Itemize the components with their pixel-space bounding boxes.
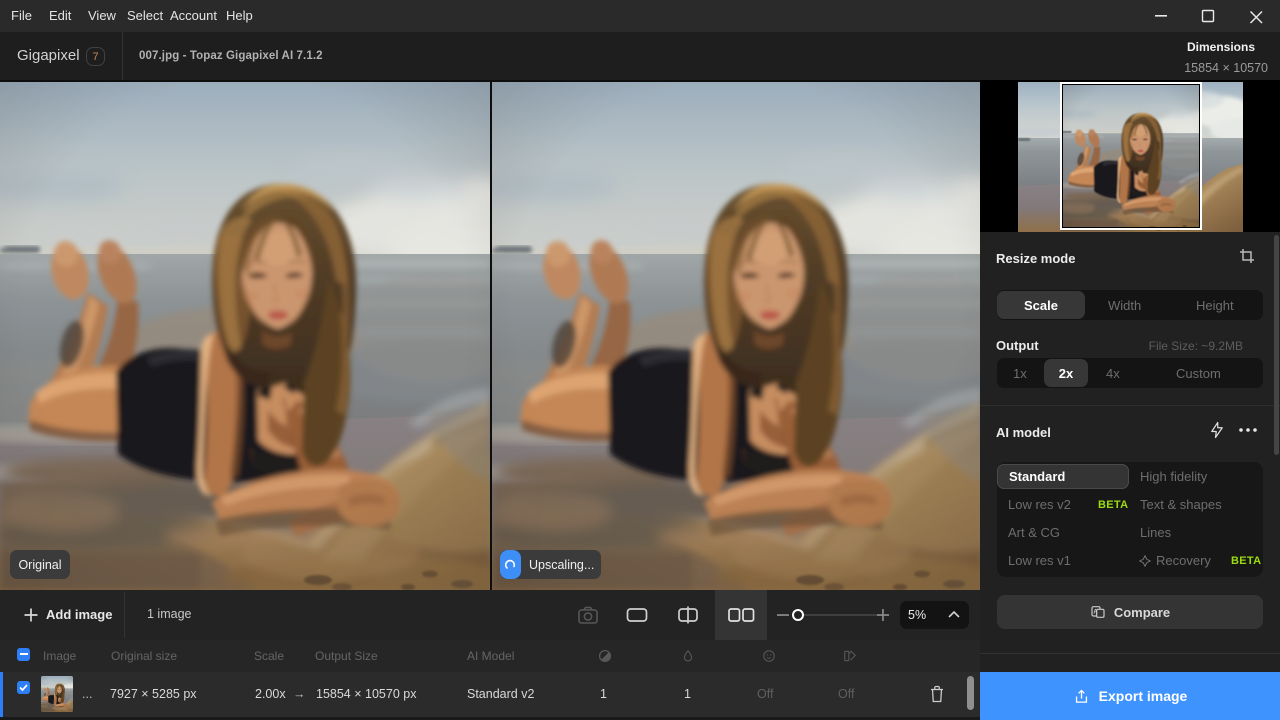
svg-text:A: A bbox=[1093, 609, 1098, 615]
